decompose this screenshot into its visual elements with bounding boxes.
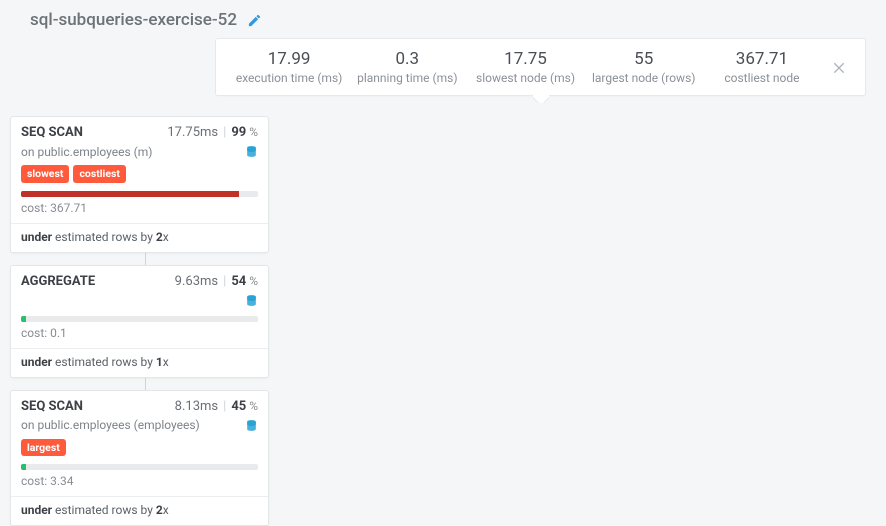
node-percent: 99 % bbox=[231, 125, 258, 140]
stat-label: largest node (rows) bbox=[585, 71, 703, 85]
node-header: SEQ SCAN8.13ms|45 % bbox=[11, 391, 268, 418]
node-relation: on public.employees (m) bbox=[21, 145, 245, 159]
database-icon[interactable] bbox=[245, 418, 258, 433]
node-tags: largest bbox=[11, 439, 268, 463]
node-time: 9.63ms bbox=[175, 274, 218, 289]
stat-value: 17.99 bbox=[230, 49, 348, 69]
node-time: 17.75ms bbox=[167, 125, 218, 140]
stat-cell[interactable]: 17.75 slowest node (ms) bbox=[466, 49, 584, 85]
node-estimate: under estimated rows by 2x bbox=[11, 497, 268, 525]
plan-node[interactable]: SEQ SCAN17.75ms|99 %on public.employees … bbox=[10, 116, 269, 253]
stat-value: 367.71 bbox=[703, 49, 821, 69]
stat-cell[interactable]: 55 largest node (rows) bbox=[585, 49, 703, 85]
tree-connector bbox=[145, 378, 146, 390]
node-subrow: on public.employees (employees) bbox=[11, 418, 268, 439]
tag-badge: largest bbox=[21, 439, 66, 457]
stat-value: 55 bbox=[585, 49, 703, 69]
tree-connector bbox=[145, 253, 146, 265]
node-relation: on public.employees (employees) bbox=[21, 418, 245, 432]
stat-cell[interactable]: 17.99 execution time (ms) bbox=[230, 49, 348, 85]
node-cost: cost: 367.71 bbox=[11, 201, 268, 221]
plan-node[interactable]: SEQ SCAN8.13ms|45 %on public.employees (… bbox=[10, 390, 269, 526]
plan-title: sql-subqueries-exercise-52 bbox=[30, 10, 237, 30]
stat-label: planning time (ms) bbox=[348, 71, 466, 85]
node-cost: cost: 0.1 bbox=[11, 326, 268, 346]
node-header: AGGREGATE9.63ms|54 % bbox=[11, 266, 268, 293]
tag-badge: slowest bbox=[21, 165, 69, 183]
edit-icon[interactable] bbox=[247, 13, 262, 28]
node-time: 8.13ms bbox=[175, 399, 218, 414]
node-cost-bar bbox=[21, 464, 258, 470]
node-header: SEQ SCAN17.75ms|99 % bbox=[11, 117, 268, 144]
node-subrow: on public.employees (m) bbox=[11, 144, 268, 165]
node-cost-bar bbox=[21, 316, 258, 322]
node-subrow bbox=[11, 293, 268, 314]
node-percent: 54 % bbox=[231, 274, 258, 289]
plan-tree: SEQ SCAN17.75ms|99 %on public.employees … bbox=[0, 116, 886, 526]
node-title: SEQ SCAN bbox=[21, 125, 167, 140]
close-icon[interactable] bbox=[821, 59, 851, 75]
plan-node[interactable]: AGGREGATE9.63ms|54 % cost: 0.1 under estim… bbox=[10, 265, 269, 378]
stat-label: costliest node bbox=[703, 71, 821, 85]
node-tags: slowestcostliest bbox=[11, 165, 268, 189]
node-title: SEQ SCAN bbox=[21, 399, 175, 414]
plan-stats-bar: 17.99 execution time (ms)0.3 planning time… bbox=[215, 38, 866, 96]
node-title: AGGREGATE bbox=[21, 274, 175, 289]
stat-cell[interactable]: 367.71 costliest node bbox=[703, 49, 821, 85]
stat-label: execution time (ms) bbox=[230, 71, 348, 85]
database-icon[interactable] bbox=[245, 293, 258, 308]
node-estimate: under estimated rows by 1x bbox=[11, 349, 268, 377]
tag-badge: costliest bbox=[73, 165, 126, 183]
stat-cell[interactable]: 0.3 planning time (ms) bbox=[348, 49, 466, 85]
node-percent: 45 % bbox=[231, 399, 258, 414]
node-cost-bar bbox=[21, 191, 258, 197]
page-title-row: sql-subqueries-exercise-52 bbox=[0, 0, 886, 38]
stat-label: slowest node (ms) bbox=[466, 71, 584, 85]
database-icon[interactable] bbox=[245, 144, 258, 159]
node-estimate: under estimated rows by 2x bbox=[11, 224, 268, 252]
stat-value: 17.75 bbox=[466, 49, 584, 69]
stats-pointer bbox=[533, 95, 549, 103]
node-cost: cost: 3.34 bbox=[11, 474, 268, 494]
stat-value: 0.3 bbox=[348, 49, 466, 69]
